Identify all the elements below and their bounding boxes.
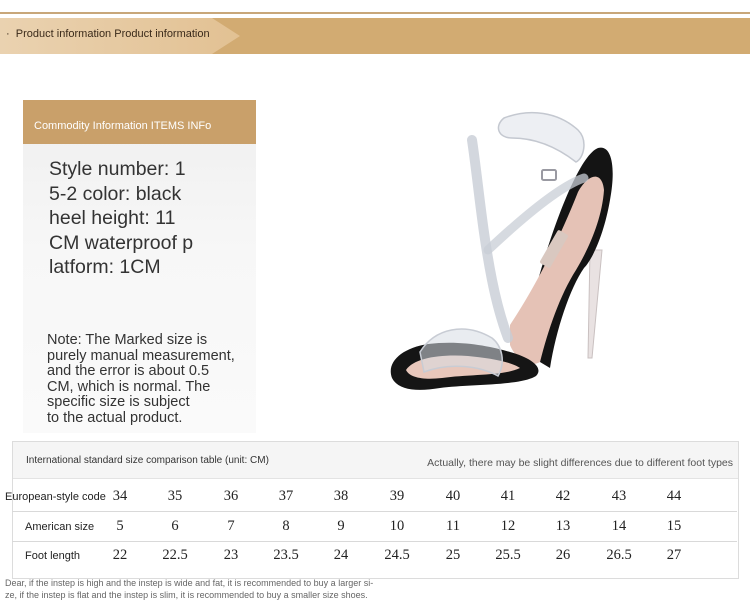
row-us-size: American size 5 6 7 8 9 10 11 12 13 14 15 — [0, 514, 750, 542]
row-label: European-style code — [5, 491, 106, 503]
size-cell: 7 — [227, 518, 235, 534]
footnote-line: ze, if the instep is flat and the instep… — [5, 590, 368, 600]
size-cell: 25 — [445, 547, 461, 563]
size-cell: 11 — [446, 518, 460, 534]
size-cell: 37 — [278, 488, 294, 504]
size-cell: 6 — [171, 518, 179, 534]
size-cell: 42 — [555, 488, 571, 504]
spec-line: Style number: 1 — [49, 158, 186, 180]
size-cell: 13 — [555, 518, 571, 534]
row-label: Foot length — [25, 550, 81, 562]
size-table-title: International standard size comparison t… — [26, 455, 269, 466]
size-cell: 26.5 — [606, 547, 632, 563]
info-header: Commodity Information ITEMS INFo — [23, 100, 256, 144]
size-cell: 26 — [555, 547, 571, 563]
size-cell: 15 — [666, 518, 682, 534]
row-label: American size — [25, 521, 95, 533]
info-header-title: Commodity Information ITEMS INFo — [34, 120, 212, 132]
size-cell: 35 — [167, 488, 183, 504]
size-cell: 25.5 — [495, 547, 521, 563]
size-footnote: Dear, if the instep is high and the inst… — [5, 577, 373, 601]
size-cell: 39 — [389, 488, 405, 504]
spec-line: CM waterproof p — [49, 231, 194, 254]
size-cell: 41 — [500, 488, 516, 504]
size-cell: 22.5 — [162, 547, 188, 563]
size-cell: 10 — [389, 518, 405, 534]
note-line: and the error is about 0.5 — [47, 363, 210, 380]
size-cell: 22 — [112, 547, 128, 563]
size-cell: 34 — [112, 488, 128, 504]
size-cell: 12 — [500, 518, 516, 534]
spec-text: Style number: 1 5-2 color: black heel he… — [49, 157, 204, 280]
size-cell: 23 — [223, 547, 239, 563]
banner-title: · Product information Product informatio… — [6, 28, 210, 40]
note-text: Note: The Marked size is purely manual m… — [47, 332, 247, 427]
section-banner: · Product information Product informatio… — [0, 18, 750, 54]
spec-line: 5-2 color: black — [49, 182, 182, 205]
top-rule — [0, 12, 750, 14]
spec-line: latform: 1CM — [49, 256, 161, 278]
size-cell: 44 — [666, 488, 682, 504]
size-cell: 8 — [282, 518, 290, 534]
size-cell: 14 — [611, 518, 627, 534]
spec-line: heel height: 11 — [49, 207, 176, 229]
size-cell: 5 — [116, 518, 124, 534]
note-line: Note: The Marked size is — [47, 332, 208, 348]
banner-tab: · Product information Product informatio… — [0, 18, 240, 54]
size-cell: 38 — [333, 488, 349, 504]
size-table-header: International standard size comparison t… — [13, 442, 738, 479]
size-cell: 36 — [223, 488, 239, 504]
size-cell: 23.5 — [273, 547, 299, 563]
size-cell: 27 — [666, 547, 682, 563]
size-cell: 24.5 — [384, 547, 410, 563]
sandal-image — [390, 111, 613, 390]
size-cell: 40 — [445, 488, 461, 504]
note-line: CM, which is normal. The — [47, 378, 211, 395]
size-cell: 24 — [333, 547, 349, 563]
row-eu-code: European-style code 34 35 36 37 38 39 40 41 42 43 4… — [0, 484, 750, 512]
row-foot-length: Foot length 22 22.5 23 23.5 24 24.5 25 25.5 26 26.… — [0, 543, 750, 571]
note-line: to the actual product. — [47, 409, 183, 426]
size-table-remark: Actually, there may be slight difference… — [427, 457, 733, 469]
note-line: purely manual measurement, — [47, 347, 235, 364]
size-cell: 9 — [337, 518, 345, 534]
footnote-line: Dear, if the instep is high and the inst… — [5, 578, 374, 588]
size-cell: 43 — [611, 488, 627, 504]
note-line: specific size is subject — [47, 394, 190, 411]
